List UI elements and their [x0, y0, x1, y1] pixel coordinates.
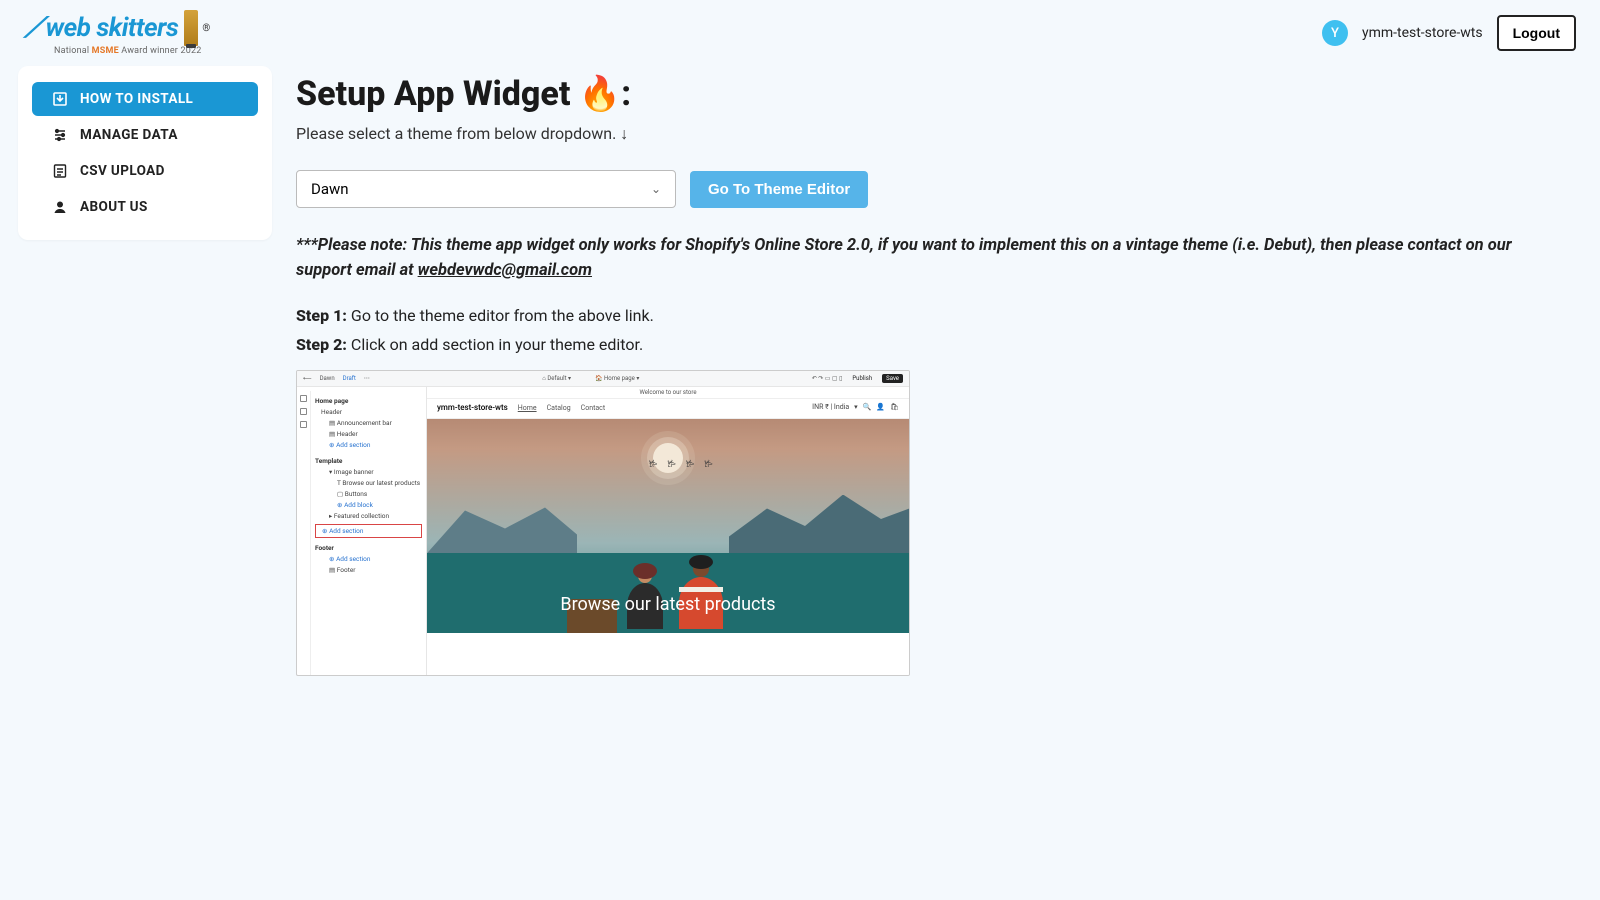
sidebar-item-label: CSV UPLOAD: [80, 163, 165, 179]
sidebar-item-label: ABOUT US: [80, 199, 148, 215]
sidebar-item-label: HOW TO INSTALL: [80, 91, 193, 107]
step-2: Step 2: Click on add section in your the…: [296, 335, 1582, 354]
user-area: Y ymm-test-store-wts Logout: [1322, 15, 1576, 51]
topbar: ⟋ Web skitters ® National MSME Award win…: [0, 0, 1600, 66]
step-1: Step 1: Go to the theme editor from the …: [296, 306, 1582, 325]
sidebar-item-manage-data[interactable]: MANAGE DATA: [32, 118, 258, 152]
sliders-icon: [52, 127, 68, 143]
user-icon: [52, 199, 68, 215]
logo-swoosh-icon: ⟋: [24, 11, 44, 45]
go-to-theme-editor-button[interactable]: Go To Theme Editor: [690, 171, 868, 208]
support-email-link[interactable]: webdevwdc@gmail.com: [418, 261, 592, 280]
sidebar-item-label: MANAGE DATA: [80, 127, 178, 143]
logout-button[interactable]: Logout: [1497, 15, 1576, 51]
logo: ⟋ Web skitters ® National MSME Award win…: [24, 10, 210, 56]
logo-text: Web skitters: [46, 13, 179, 43]
page-title: Setup App Widget 🔥:: [296, 74, 1582, 114]
theme-editor-screenshot: ⟵ Dawn Draft ⋯ ⌂ Default ▾ 🏠 Home page ▾…: [296, 370, 910, 676]
theme-select-value: Dawn: [311, 180, 349, 198]
logo-subtitle: National MSME Award winner 2022: [54, 46, 202, 56]
chevron-down-icon: ⌄: [651, 182, 661, 196]
csv-icon: [52, 163, 68, 179]
store-name: ymm-test-store-wts: [1362, 25, 1483, 41]
sidebar-item-about-us[interactable]: ABOUT US: [32, 190, 258, 224]
main-content: Setup App Widget 🔥: Please select a them…: [296, 66, 1582, 706]
avatar[interactable]: Y: [1322, 20, 1348, 46]
registered-mark: ®: [202, 23, 210, 34]
theme-select[interactable]: Dawn ⌄: [296, 170, 676, 208]
trophy-icon: [184, 10, 198, 46]
sidebar-item-csv-upload[interactable]: CSV UPLOAD: [32, 154, 258, 188]
note-text: ***Please note: This theme app widget on…: [296, 234, 1526, 284]
sidebar: HOW TO INSTALL MANAGE DATA CSV UPLOAD AB…: [18, 66, 272, 240]
page-subtitle: Please select a theme from below dropdow…: [296, 124, 1582, 144]
install-icon: [52, 91, 68, 107]
sidebar-item-how-to-install[interactable]: HOW TO INSTALL: [32, 82, 258, 116]
